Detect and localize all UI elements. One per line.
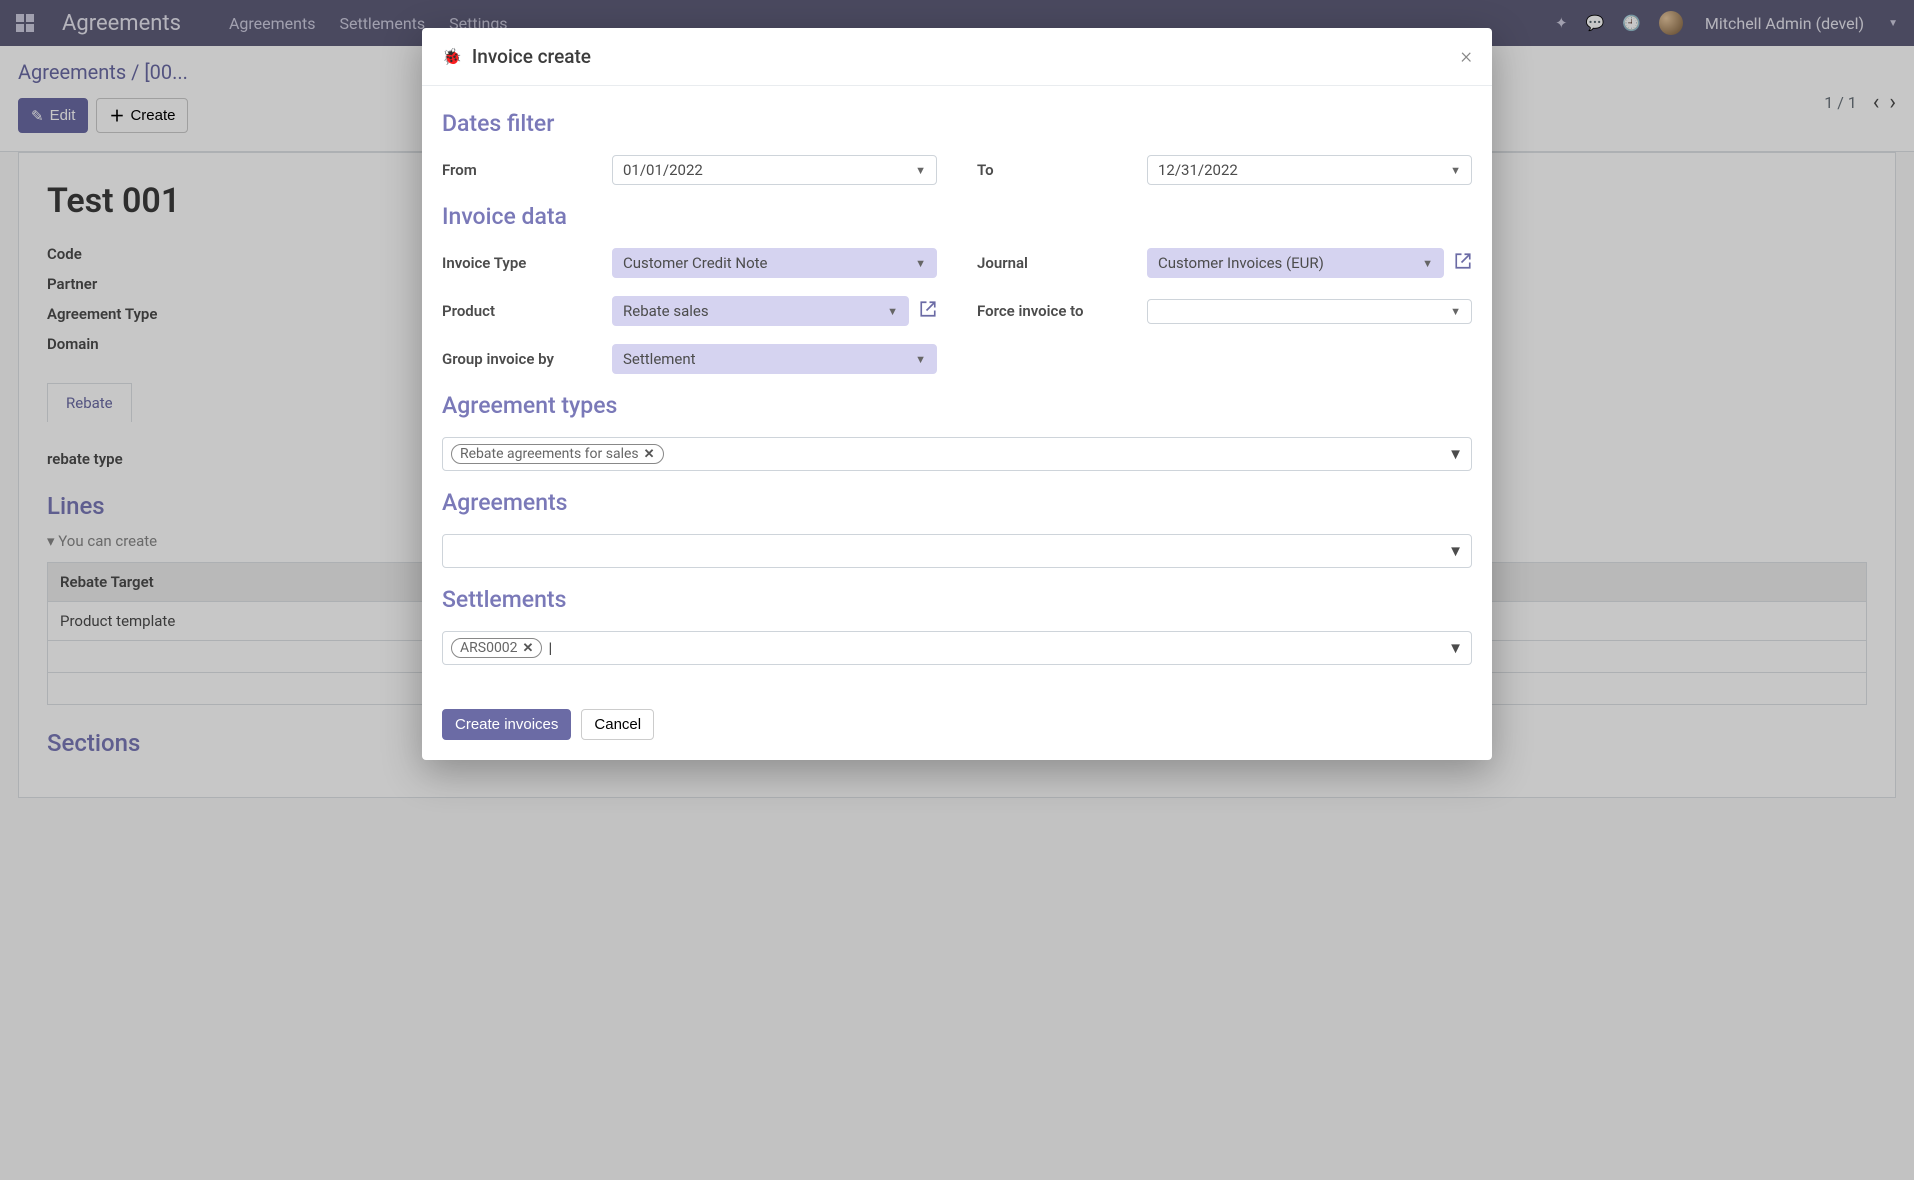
chevron-down-icon: ▼	[1450, 305, 1461, 318]
label-group-invoice-by: Group invoice by	[442, 350, 612, 368]
external-link-icon[interactable]	[1454, 252, 1472, 275]
tag-agreement-type: Rebate agreements for sales ✕	[451, 444, 664, 464]
label-to: To	[977, 161, 1147, 179]
product-select[interactable]: Rebate sales ▼	[612, 296, 909, 326]
group-invoice-by-select[interactable]: Settlement ▼	[612, 344, 937, 374]
chevron-down-icon: ▼	[1448, 542, 1463, 560]
chevron-down-icon: ▼	[1448, 445, 1463, 463]
section-dates-filter: Dates filter	[442, 110, 1472, 137]
tag-remove-icon[interactable]: ✕	[523, 641, 534, 656]
invoice-create-modal: 🐞 Invoice create × Dates filter From 01/…	[422, 28, 1492, 760]
invoice-type-select[interactable]: Customer Credit Note ▼	[612, 248, 937, 278]
settlements-input[interactable]: ARS0002 ✕ | ▼	[442, 631, 1472, 665]
label-force-invoice-to: Force invoice to	[977, 302, 1147, 320]
from-date-input[interactable]: 01/01/2022 ▼	[612, 155, 937, 185]
label-invoice-type: Invoice Type	[442, 254, 612, 272]
modal-title: Invoice create	[472, 45, 591, 68]
chevron-down-icon: ▼	[887, 305, 898, 318]
text-cursor: |	[548, 639, 552, 657]
chevron-down-icon: ▼	[915, 257, 926, 270]
section-agreement-types: Agreement types	[442, 392, 1472, 419]
tag-remove-icon[interactable]: ✕	[644, 447, 655, 462]
agreement-types-input[interactable]: Rebate agreements for sales ✕ ▼	[442, 437, 1472, 471]
chevron-down-icon: ▼	[1422, 257, 1433, 270]
agreements-input[interactable]: ▼	[442, 534, 1472, 568]
chevron-down-icon: ▼	[1450, 164, 1461, 177]
bug-icon[interactable]: 🐞	[442, 47, 462, 66]
force-invoice-to-select[interactable]: ▼	[1147, 299, 1472, 324]
external-link-icon[interactable]	[919, 300, 937, 323]
to-date-input[interactable]: 12/31/2022 ▼	[1147, 155, 1472, 185]
section-agreements: Agreements	[442, 489, 1472, 516]
section-invoice-data: Invoice data	[442, 203, 1472, 230]
cancel-button[interactable]: Cancel	[581, 709, 654, 740]
journal-select[interactable]: Customer Invoices (EUR) ▼	[1147, 248, 1444, 278]
tag-settlement: ARS0002 ✕	[451, 638, 542, 658]
chevron-down-icon: ▼	[915, 353, 926, 366]
label-from: From	[442, 161, 612, 179]
close-icon[interactable]: ×	[1460, 44, 1472, 69]
chevron-down-icon: ▼	[1448, 639, 1463, 657]
section-settlements: Settlements	[442, 586, 1472, 613]
label-journal: Journal	[977, 254, 1147, 272]
label-product: Product	[442, 302, 612, 320]
chevron-down-icon: ▼	[915, 164, 926, 177]
create-invoices-button[interactable]: Create invoices	[442, 709, 571, 740]
